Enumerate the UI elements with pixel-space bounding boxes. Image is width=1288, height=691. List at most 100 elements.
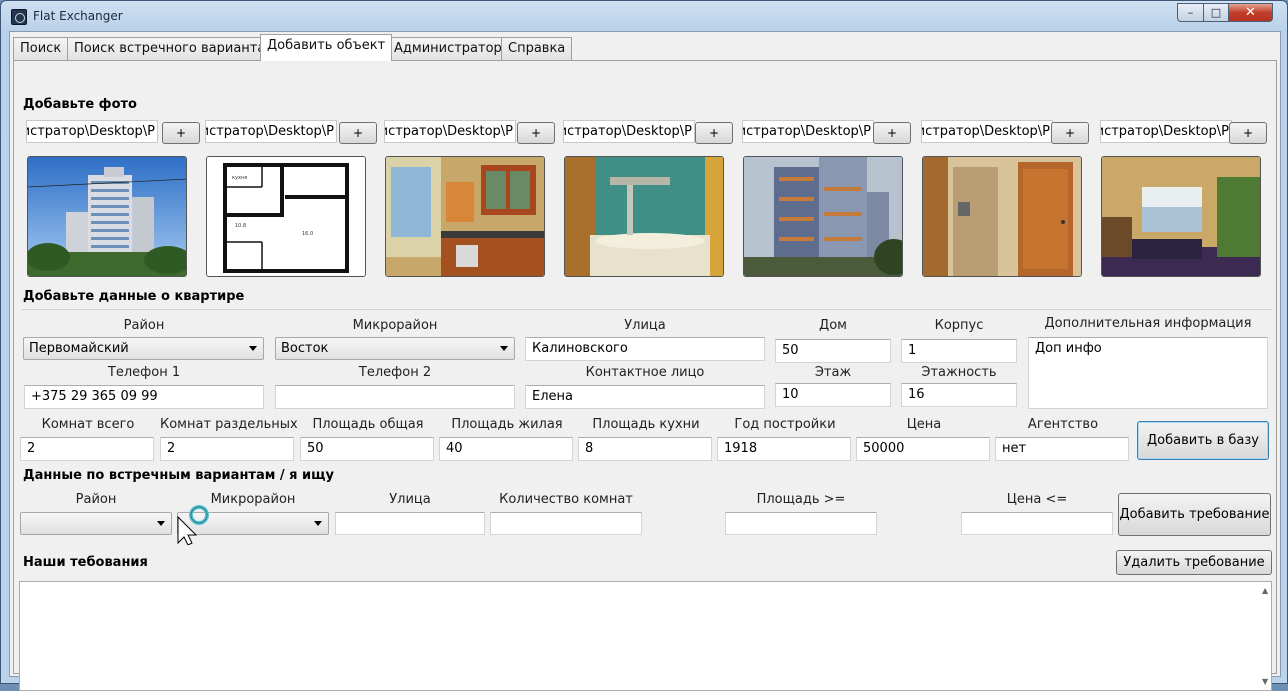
tab-search[interactable]: Поиск	[13, 37, 69, 60]
scrollbar[interactable]: ▲ ▼	[1259, 582, 1271, 690]
phone2-input[interactable]	[275, 385, 515, 409]
tab-add-object[interactable]: Добавить объект	[260, 34, 393, 61]
flat-section-title: Добавьте данные о квартире	[23, 289, 245, 304]
add-photo-button[interactable]: +	[339, 122, 377, 144]
delete-requirement-button[interactable]: Удалить требование	[1116, 550, 1272, 575]
svg-text:16.0: 16.0	[302, 231, 313, 237]
district-value: Первомайский	[29, 341, 129, 356]
photo-hallway-thumbnail[interactable]	[922, 156, 1082, 277]
photos-section-title: Добавьте фото	[23, 97, 137, 112]
agency-label: Агентство	[1027, 417, 1099, 432]
minimize-button[interactable]: –	[1177, 3, 1204, 22]
svg-text:10.8: 10.8	[235, 223, 246, 229]
total-area-input[interactable]: 50	[300, 437, 434, 461]
build-year-input[interactable]: 1918	[717, 437, 851, 461]
app-window: Flat Exchanger – □ ✕ Поиск Поиск встречн…	[0, 0, 1288, 691]
requirements-list[interactable]: ▲ ▼	[19, 581, 1272, 691]
chevron-down-icon	[500, 346, 508, 351]
street-label: Улица	[624, 318, 666, 333]
separate-rooms-input[interactable]: 2	[160, 437, 294, 461]
house-input[interactable]: 50	[775, 339, 891, 363]
photo-path-field[interactable]: инистратор\Desktop\Р	[921, 120, 1053, 143]
divider	[22, 309, 1272, 310]
floor-label: Этаж	[814, 365, 852, 380]
agency-input[interactable]: нет	[995, 437, 1129, 461]
building-input[interactable]: 1	[901, 339, 1017, 363]
chevron-down-icon	[157, 521, 165, 526]
photo-path-field[interactable]: инистратор\Desktop\Р	[26, 120, 158, 143]
living-area-input[interactable]: 40	[439, 437, 573, 461]
close-button[interactable]: ✕	[1228, 3, 1273, 22]
rooms-input[interactable]: 2	[20, 437, 154, 461]
chevron-down-icon	[249, 346, 257, 351]
living-area-label: Площадь жилая	[451, 417, 563, 432]
add-photo-button[interactable]: +	[1051, 122, 1089, 144]
phone2-label: Телефон 2	[358, 365, 432, 380]
contact-label: Контактное лицо	[585, 365, 705, 380]
tab-counter-search[interactable]: Поиск встречного варианта	[67, 37, 273, 60]
add-photo-button[interactable]: +	[695, 122, 733, 144]
district-select[interactable]: Первомайский	[23, 337, 264, 360]
scroll-up-icon[interactable]: ▲	[1262, 586, 1268, 595]
photo-path-field[interactable]: инистратор\Desktop\Р	[742, 120, 874, 143]
phone1-label: Телефон 1	[107, 365, 181, 380]
add-photo-button[interactable]: +	[1229, 122, 1267, 144]
app-icon	[11, 9, 27, 25]
photo-path-field[interactable]: инистратор\Desktop\Р	[1100, 120, 1232, 143]
extra-info-textarea[interactable]: Доп инфо	[1028, 337, 1268, 409]
maximize-button[interactable]: □	[1203, 3, 1229, 22]
photo-kitchen-thumbnail[interactable]	[385, 156, 545, 277]
window-title: Flat Exchanger	[33, 9, 123, 23]
floors-label: Этажность	[921, 365, 997, 380]
tab-help[interactable]: Справка	[501, 37, 573, 60]
contact-input[interactable]: Елена	[525, 385, 765, 409]
photo-bathroom-thumbnail[interactable]	[564, 156, 724, 277]
price-label: Цена	[906, 417, 942, 432]
counter-section-title: Данные по встречным вариантам / я ищу	[23, 468, 334, 483]
kitchen-area-input[interactable]: 8	[578, 437, 712, 461]
counter-street-input[interactable]	[335, 512, 485, 535]
add-to-database-button[interactable]: Добавить в базу	[1137, 421, 1269, 460]
requirements-section-title: Наши тебования	[23, 555, 148, 570]
house-label: Дом	[819, 318, 847, 333]
building-label: Корпус	[934, 318, 984, 333]
chevron-down-icon	[314, 521, 322, 526]
title-bar: Flat Exchanger – □ ✕	[1, 1, 1287, 31]
price-input[interactable]: 50000	[856, 437, 990, 461]
rooms-label: Комнат всего	[41, 417, 135, 432]
kitchen-area-label: Площадь кухни	[592, 417, 700, 432]
microdistrict-select[interactable]: Восток	[275, 337, 515, 360]
street-input[interactable]: Калиновского	[525, 337, 765, 361]
tab-administrator[interactable]: Администратор	[387, 37, 509, 60]
photo-path-field[interactable]: инистратор\Desktop\Р	[563, 120, 695, 143]
floor-input[interactable]: 10	[775, 383, 891, 407]
floors-input[interactable]: 16	[901, 383, 1017, 407]
extra-info-label: Дополнительная информация	[1044, 316, 1252, 331]
microdistrict-label: Микрорайон	[352, 318, 438, 333]
total-area-label: Площадь общая	[312, 417, 424, 432]
photo-path-field[interactable]: инистратор\Desktop\Р	[205, 120, 337, 143]
busy-cursor-icon	[177, 505, 215, 549]
photo-floorplan-thumbnail[interactable]: кухня 16.0 10.8	[206, 156, 366, 277]
add-photo-button[interactable]: +	[873, 122, 911, 144]
add-requirement-button[interactable]: Добавить требование	[1118, 493, 1271, 536]
counter-price-input[interactable]	[961, 512, 1113, 535]
counter-street-label: Улица	[389, 492, 431, 507]
photo-path-field[interactable]: инистратор\Desktop\Р	[384, 120, 516, 143]
add-photo-button[interactable]: +	[162, 122, 200, 144]
photo-building-thumbnail[interactable]	[27, 156, 187, 277]
counter-area-input[interactable]	[725, 512, 877, 535]
counter-district-select[interactable]	[20, 512, 172, 535]
add-photo-button[interactable]: +	[517, 122, 555, 144]
phone1-input[interactable]: +375 29 365 09 99	[24, 385, 264, 409]
district-label: Район	[123, 318, 165, 333]
microdistrict-value: Восток	[281, 341, 329, 356]
counter-rooms-input[interactable]	[490, 512, 642, 535]
counter-area-label: Площадь >=	[756, 492, 846, 507]
photo-tower-thumbnail[interactable]	[743, 156, 903, 277]
photo-room-thumbnail[interactable]	[1101, 156, 1261, 277]
scroll-down-icon[interactable]: ▼	[1262, 677, 1268, 686]
client-area: Поиск Поиск встречного варианта Добавить…	[9, 31, 1281, 691]
counter-price-label: Цена <=	[1006, 492, 1068, 507]
build-year-label: Год постройки	[734, 417, 836, 432]
